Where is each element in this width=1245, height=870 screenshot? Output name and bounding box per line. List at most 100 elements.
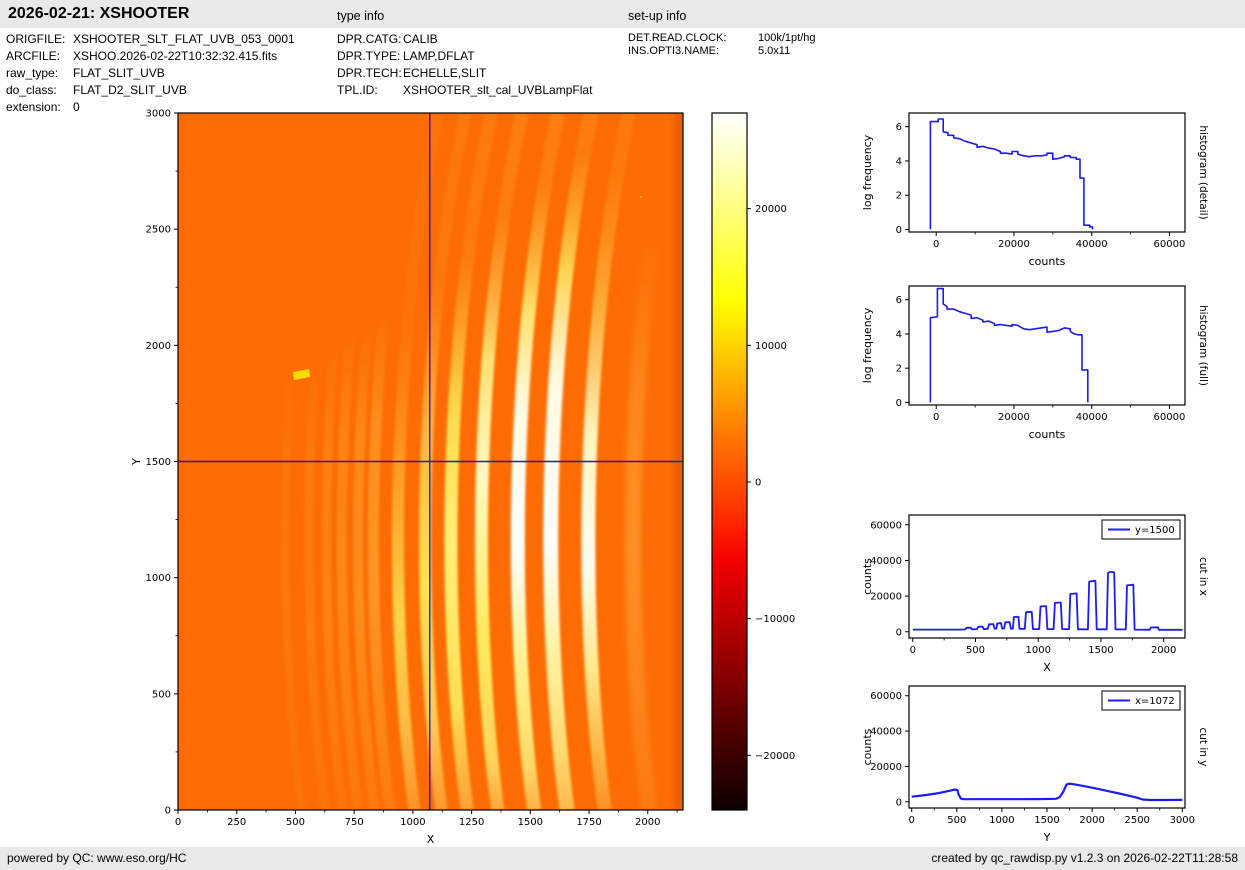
x-tick-label: 1500 [1034,815,1059,826]
metadata-value: XSHOO.2026-02-22T10:32:32.415.fits [73,49,277,63]
metadata-row-arcfile: ARCFILE:XSHOO.2026-02-22T10:32:32.415.fi… [6,49,277,63]
metadata-label: DPR.CATG: [337,32,403,46]
x-tick-label: 250 [227,817,246,828]
hist_full-axes-frame [909,286,1185,405]
metadata-value: XSHOOTER_SLT_FLAT_UVB_053_0001 [73,32,295,46]
x-tick-label: 40000 [1076,239,1108,250]
cut_y-right-label: cut in y [1197,727,1209,766]
y-tick-label: 0 [896,797,902,808]
y-tick-label: 40000 [870,556,902,567]
metadata-row-opti3name: INS.OPTI3.NAME:5.0x11 [628,45,790,57]
y-tick-label: 40000 [870,727,902,738]
metadata-row-readclock: DET.READ.CLOCK:100k/1pt/hg [628,32,816,44]
x-tick-label: 1500 [1088,645,1113,656]
x-tick-label: 2000 [635,817,660,828]
y-tick-label: 3000 [146,109,171,120]
y-tick-label: 1000 [146,573,171,584]
x-tick-label: 2000 [1151,645,1176,656]
hist_detail-ylabel: log frequency [861,134,874,210]
y-tick-label: 60000 [870,691,902,702]
y-tick-label: 60000 [870,520,902,531]
metadata-label: ORIGFILE: [6,32,73,46]
metadata-row-dprtech: DPR.TECH:ECHELLE,SLIT [337,66,486,80]
metadata-row-extension: extension:0 [6,100,80,114]
x-tick-label: 500 [966,645,985,656]
cut_y-series-line [912,784,1183,800]
colorbar [712,113,747,810]
x-tick-label: 500 [947,815,966,826]
metadata-value: FLAT_D2_SLIT_UVB [73,83,187,97]
metadata-value: XSHOOTER_slt_cal_UVBLampFlat [403,83,592,97]
metadata-row-origfile: ORIGFILE:XSHOOTER_SLT_FLAT_UVB_053_0001 [6,32,295,46]
page-title: 2026-02-21: XSHOOTER [8,5,189,23]
colorbar-tick-label: 0 [755,478,761,489]
footer-created-by: created by qc_rawdisp.py v1.2.3 on 2026-… [931,851,1238,865]
detector-right-edge [675,113,683,810]
cut_x-right-label: cut in x [1197,557,1209,596]
cut_x-axes-frame [909,515,1185,638]
metadata-row-rawtype: raw_type:FLAT_SLIT_UVB [6,66,165,80]
metadata-row-dprcatg: DPR.CATG:CALIB [337,32,438,46]
setup-info-header: set-up info [628,9,686,23]
x-tick-label: 0 [910,645,916,656]
metadata-label: DPR.TECH: [337,66,403,80]
footer-powered-by: powered by QC: www.eso.org/HC [7,851,186,865]
cut_x-plot: 05001000150020000200004000060000Xcountsc… [861,515,1209,674]
hist_detail-xlabel: counts [1029,255,1066,268]
y-tick-label: 500 [152,689,171,700]
cut_y-plot: 0500100015002000250030000200004000060000… [861,686,1209,844]
title-bar: 2026-02-21: XSHOOTER type info set-up in… [0,0,1245,28]
cut_y-legend-box [1102,691,1180,710]
y-tick-label: 2 [896,191,902,202]
x-tick-label: 2500 [1124,815,1149,826]
hist_full-right-label: histogram (full) [1197,305,1209,386]
x-tick-label: 1000 [989,815,1014,826]
y-tick-label: 1500 [146,457,171,468]
y-tick-label: 0 [165,806,171,817]
cut_y-legend-label: x=1072 [1135,696,1175,707]
metadata-label: do_class: [6,83,73,97]
metadata-label: INS.OPTI3.NAME: [628,45,758,57]
y-tick-label: 0 [896,627,902,638]
metadata-value: 100k/1pt/hg [758,32,816,44]
main_image-xlabel: X [427,833,435,846]
hist_full-ylabel: log frequency [861,307,874,383]
cut_y-xlabel: Y [1043,831,1051,844]
y-tick-label: 2500 [146,225,171,236]
metadata-value: LAMP,DFLAT [403,49,475,63]
metadata-label: ARCFILE: [6,49,73,63]
x-tick-label: 1500 [518,817,543,828]
metadata-value: FLAT_SLIT_UVB [73,66,165,80]
x-tick-label: 40000 [1076,412,1108,423]
metadata-label: extension: [6,100,73,114]
y-tick-label: 20000 [870,762,902,773]
cut_x-legend-box [1102,520,1180,539]
x-tick-label: 1250 [459,817,484,828]
colorbar-tick-label: −10000 [755,614,795,625]
y-tick-label: 0 [896,225,902,236]
x-tick-label: 3000 [1170,815,1195,826]
y-tick-label: 4 [896,156,902,167]
x-tick-label: 2000 [1079,815,1104,826]
type-info-header: type info [337,9,384,23]
hist_full-series-line [930,289,1087,403]
footer-bar: powered by QC: www.eso.org/HC created by… [0,847,1245,870]
cut_x-xlabel: X [1043,661,1051,674]
y-tick-label: 4 [896,329,902,340]
colorbar-tick-label: −20000 [755,751,795,762]
y-tick-label: 2 [896,364,902,375]
colorbar-tick-label: 20000 [755,204,787,215]
cut_x-legend-label: y=1500 [1135,525,1175,536]
x-tick-label: 0 [933,239,939,250]
metadata-value: CALIB [403,32,438,46]
metadata-row-tplid: TPL.ID:XSHOOTER_slt_cal_UVBLampFlat [337,83,592,97]
cut_x-series-line [913,572,1183,630]
metadata-value: 0 [73,100,80,114]
metadata-label: DPR.TYPE: [337,49,403,63]
main_image-ylabel: Y [130,458,143,466]
x-tick-label: 20000 [998,239,1030,250]
hist_detail-plot: 02000040000600000246countslog frequencyh… [861,113,1209,268]
cut_y-axes-frame [909,686,1185,808]
hist_full-xlabel: counts [1029,428,1066,441]
x-tick-label: 1000 [400,817,425,828]
